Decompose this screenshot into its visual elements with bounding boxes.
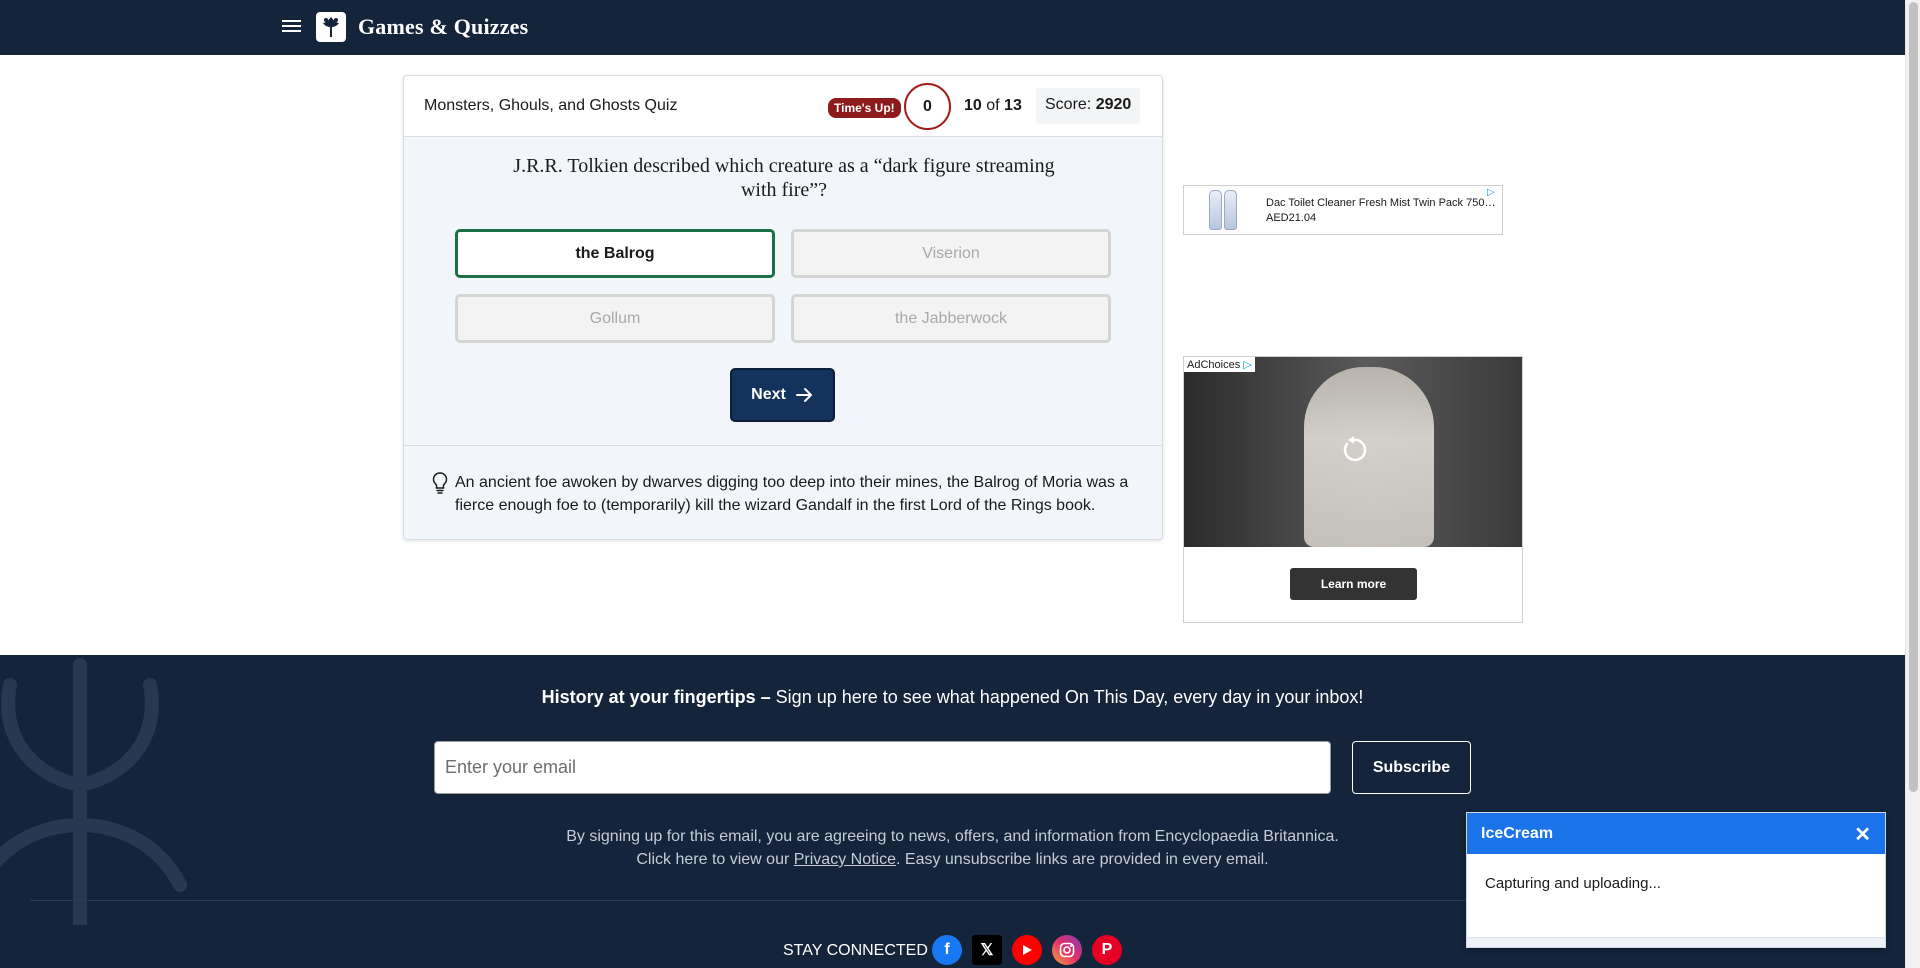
privacy-notice-link[interactable]: Privacy Notice [794, 851, 896, 868]
adchoices-icon[interactable]: ▷ [1487, 187, 1499, 199]
answer-option[interactable]: Viserion [791, 229, 1111, 278]
page-scrollbar[interactable] [1905, 0, 1920, 968]
hamburger-menu-icon[interactable] [280, 17, 304, 37]
stay-connected-label: STAY CONNECTED [783, 942, 928, 959]
progress-total: 13 [1004, 97, 1022, 114]
newsletter-headline-bold: History at your fingertips – [541, 687, 771, 707]
next-button[interactable]: Next [730, 368, 835, 422]
answer-option[interactable]: Gollum [455, 294, 775, 343]
score-value: 2920 [1095, 96, 1132, 113]
close-icon[interactable]: ✕ [1854, 822, 1871, 847]
banner-ad-price: AED21.04 [1266, 212, 1317, 224]
replay-icon[interactable] [1339, 435, 1369, 465]
banner-ad-title: Dac Toilet Cleaner Fresh Mist Twin Pack … [1266, 197, 1496, 209]
youtube-icon[interactable] [1012, 935, 1042, 965]
quiz-header: Monsters, Ghouls, and Ghosts Quiz Time's… [404, 76, 1162, 137]
question-progress: 10 of 13 [964, 97, 1022, 115]
icecream-progress-bar [1467, 937, 1885, 947]
question-text: J.R.R. Tolkien described which creature … [513, 155, 1055, 201]
answer-option[interactable]: the Jabberwock [791, 294, 1111, 343]
score-box: Score: 2920 [1036, 88, 1141, 124]
subscribe-button[interactable]: Subscribe [1352, 741, 1471, 794]
quiz-card: Monsters, Ghouls, and Ghosts Quiz Time's… [403, 75, 1163, 540]
times-up-badge: Time's Up! [828, 98, 901, 118]
adchoices-text: AdChoices [1187, 359, 1241, 371]
disclaimer-post: . Easy unsubscribe links are provided in… [896, 851, 1269, 868]
disclaimer-pre: Click here to view our [636, 851, 794, 868]
video-ad-media[interactable]: AdChoices ▷ [1184, 357, 1522, 547]
answer-explanation: An ancient foe awoken by dwarves digging… [455, 474, 1129, 514]
x-twitter-icon[interactable]: 𝕏 [972, 935, 1002, 965]
email-input[interactable] [434, 741, 1331, 794]
newsletter-headline: History at your fingertips – Sign up her… [0, 687, 1905, 708]
icecream-status: Capturing and uploading... [1485, 875, 1661, 892]
video-ad[interactable]: AdChoices ▷ Learn more [1183, 356, 1523, 623]
instagram-icon[interactable] [1052, 935, 1082, 965]
site-brand[interactable]: Games & Quizzes [358, 14, 528, 40]
answer-option-correct[interactable]: the Balrog [455, 229, 775, 278]
pinterest-icon[interactable]: P [1092, 935, 1122, 965]
product-image [1209, 190, 1239, 230]
facebook-icon[interactable]: f [932, 935, 962, 965]
icecream-popup: IceCream ✕ Capturing and uploading... [1466, 812, 1886, 948]
quiz-title: Monsters, Ghouls, and Ghosts Quiz [424, 97, 678, 114]
icecream-title: IceCream [1481, 825, 1554, 842]
newsletter-headline-text: Sign up here to see what happened On Thi… [770, 687, 1364, 707]
adchoices-label[interactable]: AdChoices ▷ [1184, 357, 1255, 372]
timer-circle: 0 [904, 83, 951, 130]
britannica-logo-icon[interactable] [316, 12, 346, 42]
card-divider [404, 445, 1162, 446]
top-nav-bar: Games & Quizzes [0, 0, 1905, 55]
arrow-right-icon [795, 388, 812, 402]
banner-ad[interactable]: Dac Toilet Cleaner Fresh Mist Twin Pack … [1183, 185, 1503, 235]
progress-of: of [986, 97, 1000, 114]
scrollbar-thumb[interactable] [1909, 2, 1918, 792]
score-label: Score: [1045, 96, 1092, 113]
learn-more-button[interactable]: Learn more [1290, 568, 1417, 600]
adchoices-icon: ▷ [1243, 359, 1252, 371]
ad-person-image [1304, 367, 1434, 547]
next-button-label: Next [751, 386, 786, 403]
banner-ad-text: Dac Toilet Cleaner Fresh Mist Twin Pack … [1266, 196, 1496, 226]
icecream-header: IceCream ✕ [1467, 813, 1885, 854]
lightbulb-icon [432, 472, 448, 494]
progress-current: 10 [964, 97, 982, 114]
